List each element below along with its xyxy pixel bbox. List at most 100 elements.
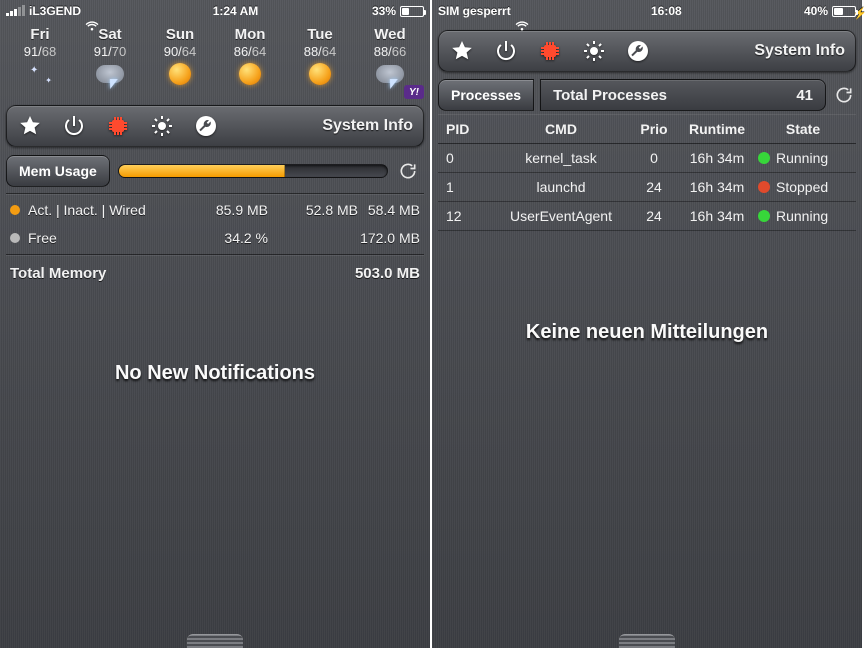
memory-panel: Mem Usage Act. | Inact. | Wired 85.9 MB … — [6, 151, 424, 292]
no-notifications-text: No New Notifications — [0, 362, 430, 385]
cell-state: Running — [758, 150, 848, 166]
cell-runtime: 16h 34m — [676, 179, 758, 195]
weather-day-name: Tue — [286, 26, 354, 43]
cell-prio: 24 — [632, 179, 676, 195]
mem-total-val: 503.0 MB — [355, 265, 420, 282]
total-processes: Total Processes 41 — [540, 79, 826, 111]
wifi-icon — [515, 6, 529, 16]
carrier-label: SIM gesperrt — [438, 4, 511, 18]
cell-cmd: UserEventAgent — [490, 208, 632, 224]
weather-day[interactable]: Sat91/70 — [76, 26, 144, 97]
widget-toolbar: System Info — [438, 30, 856, 72]
weather-temps: 88/66 — [356, 44, 424, 59]
drawer-grabber-icon[interactable] — [619, 634, 675, 648]
total-processes-count: 41 — [796, 87, 813, 104]
status-bar: iL3GEND 1:24 AM 33% — [0, 0, 430, 22]
battery-icon: ⚡ — [832, 6, 856, 17]
power-icon[interactable] — [61, 113, 87, 139]
weather-stars-icon — [20, 63, 60, 95]
settings-wrench-icon[interactable] — [193, 113, 219, 139]
carrier-label: iL3GEND — [29, 4, 81, 18]
mem-inactive: 52.8 MB — [268, 202, 358, 218]
weather-storm-icon — [90, 65, 130, 97]
weather-day[interactable]: Mon86/64 — [216, 26, 284, 97]
cell-pid: 12 — [446, 208, 490, 224]
favorites-star-icon[interactable] — [17, 113, 43, 139]
toolbar-title: System Info — [322, 117, 413, 135]
weather-temps: 91/68 — [6, 44, 74, 59]
col-runtime: Runtime — [676, 121, 758, 137]
mem-free-val: 172.0 MB — [358, 230, 420, 246]
total-processes-label: Total Processes — [553, 87, 667, 104]
table-row[interactable]: 0kernel_task016h 34mRunning — [438, 144, 856, 173]
processes-icon[interactable] — [105, 113, 131, 139]
weather-temps: 90/64 — [146, 44, 214, 59]
brightness-icon[interactable] — [581, 38, 607, 64]
settings-wrench-icon[interactable] — [625, 38, 651, 64]
weather-day[interactable]: Sun90/64 — [146, 26, 214, 97]
mem-free-label: Free — [28, 230, 178, 246]
cell-state: Running — [758, 208, 848, 224]
charging-bolt-icon: ⚡ — [853, 7, 866, 20]
cell-runtime: 16h 34m — [676, 150, 758, 166]
cell-pid: 1 — [446, 179, 490, 195]
processes-icon[interactable] — [537, 38, 563, 64]
state-dot-icon — [758, 210, 770, 222]
cell-prio: 0 — [632, 150, 676, 166]
used-dot-icon — [10, 205, 20, 215]
weather-day-name: Mon — [216, 26, 284, 43]
toolbar-title: System Info — [754, 42, 845, 60]
power-icon[interactable] — [493, 38, 519, 64]
weather-day-name: Sat — [76, 26, 144, 43]
drawer-grabber-icon[interactable] — [187, 634, 243, 648]
col-pid: PID — [446, 121, 490, 137]
free-dot-icon — [10, 233, 20, 243]
col-state: State — [758, 121, 848, 137]
memory-progress-bar — [118, 164, 388, 178]
wifi-icon — [85, 6, 99, 16]
favorites-star-icon[interactable] — [449, 38, 475, 64]
weather-day-name: Wed — [356, 26, 424, 43]
mem-total-row: Total Memory 503.0 MB — [6, 257, 424, 292]
mem-usage-tab[interactable]: Mem Usage — [6, 155, 110, 187]
no-notifications-text: Keine neuen Mitteilungen — [432, 321, 862, 344]
cell-prio: 24 — [632, 208, 676, 224]
cell-pid: 0 — [446, 150, 490, 166]
battery-percent: 40% — [804, 4, 828, 18]
mem-active: 85.9 MB — [178, 202, 268, 218]
cell-runtime: 16h 34m — [676, 208, 758, 224]
weather-day[interactable]: Tue88/64 — [286, 26, 354, 97]
mem-free-pct: 34.2 % — [178, 230, 268, 246]
mem-total-label: Total Memory — [10, 265, 106, 282]
table-row[interactable]: 1launchd2416h 34mStopped — [438, 173, 856, 202]
processes-header: Processes Total Processes 41 — [438, 76, 856, 114]
clock: 1:24 AM — [99, 4, 372, 18]
weather-day-name: Fri — [6, 26, 74, 43]
col-prio: Prio — [632, 121, 676, 137]
process-table: PID CMD Prio Runtime State 0kernel_task0… — [438, 114, 856, 231]
state-dot-icon — [758, 152, 770, 164]
weather-day-name: Sun — [146, 26, 214, 43]
table-row[interactable]: 12UserEventAgent2416h 34mRunning — [438, 202, 856, 231]
brightness-icon[interactable] — [149, 113, 175, 139]
state-dot-icon — [758, 181, 770, 193]
col-cmd: CMD — [490, 121, 632, 137]
cell-state: Stopped — [758, 179, 848, 195]
refresh-icon[interactable] — [396, 159, 420, 183]
mem-row-used: Act. | Inact. | Wired 85.9 MB 52.8 MB 58… — [6, 196, 424, 224]
weather-temps: 91/70 — [76, 44, 144, 59]
phone-left: iL3GEND 1:24 AM 33% Fri91/68Sat91/70Sun9… — [0, 0, 432, 648]
weather-temps: 88/64 — [286, 44, 354, 59]
weather-sun-icon — [230, 63, 270, 95]
processes-tab[interactable]: Processes — [438, 79, 534, 111]
battery-percent: 33% — [372, 4, 396, 18]
mem-row-free: Free 34.2 % 172.0 MB — [6, 224, 424, 252]
refresh-icon[interactable] — [832, 83, 856, 107]
mem-legend: Act. | Inact. | Wired — [28, 202, 178, 218]
table-header: PID CMD Prio Runtime State — [438, 114, 856, 144]
weather-sun-icon — [300, 63, 340, 95]
weather-day[interactable]: Fri91/68 — [6, 26, 74, 97]
phone-right: SIM gesperrt 16:08 40% ⚡ System Info Pro… — [432, 0, 864, 648]
weather-sun-icon — [160, 63, 200, 95]
yahoo-badge-icon[interactable]: Y! — [404, 85, 424, 99]
